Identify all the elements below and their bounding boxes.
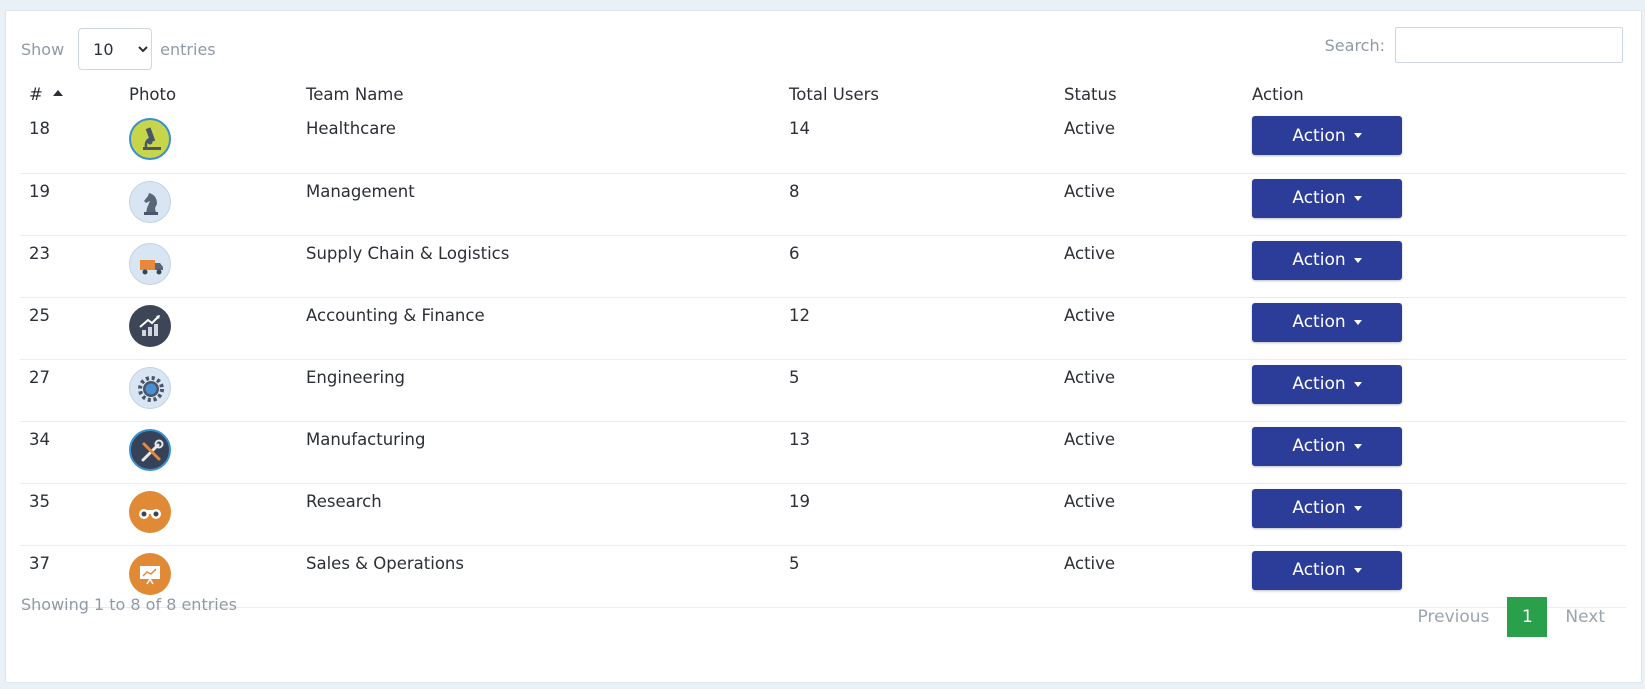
column-header-status[interactable]: Status bbox=[1064, 77, 1252, 111]
presentation-board-icon bbox=[129, 552, 171, 595]
show-label: Show bbox=[21, 39, 65, 59]
team-name: Sales & Operations bbox=[306, 553, 464, 573]
status-text: Active bbox=[1064, 119, 1116, 138]
column-header-photo[interactable]: Photo bbox=[129, 77, 306, 111]
action-dropdown-button[interactable]: Action bbox=[1252, 302, 1402, 342]
team-name: Engineering bbox=[306, 367, 405, 387]
page-1-button[interactable]: 1 bbox=[1507, 597, 1548, 637]
total-users: 12 bbox=[789, 305, 810, 325]
teams-table-card: Show 10 entries Search: # Photo Team Nam… bbox=[5, 10, 1642, 683]
total-users: 13 bbox=[789, 429, 810, 449]
next-page-button[interactable]: Next bbox=[1547, 607, 1623, 627]
action-dropdown-button[interactable]: Action bbox=[1252, 426, 1402, 466]
caret-down-icon bbox=[1353, 195, 1362, 201]
status-text: Active bbox=[1064, 553, 1116, 573]
table-row: 37 Sales & Operations 5 Active Action bbox=[20, 545, 1626, 607]
team-id: 18 bbox=[29, 119, 50, 138]
wrench-screwdriver-icon bbox=[129, 428, 171, 471]
team-id: 35 bbox=[29, 491, 50, 511]
sort-ascending-icon bbox=[52, 89, 63, 96]
caret-down-icon bbox=[1353, 505, 1362, 511]
action-dropdown-button[interactable]: Action bbox=[1252, 116, 1402, 155]
total-users: 8 bbox=[789, 181, 800, 201]
table-row: 35 Research 19 Active Action bbox=[20, 483, 1626, 545]
team-id: 27 bbox=[29, 367, 50, 387]
caret-down-icon bbox=[1353, 319, 1362, 325]
entries-label: entries bbox=[160, 39, 216, 59]
table-body: 18 Healthcare 14 Active Action 19 Manage… bbox=[20, 111, 1626, 607]
table-row: 34 Manufacturing 13 Active Action bbox=[20, 421, 1626, 483]
team-name: Manufacturing bbox=[306, 429, 426, 449]
action-dropdown-button[interactable]: Action bbox=[1252, 178, 1402, 218]
entries-per-page-select[interactable]: 10 bbox=[78, 28, 153, 70]
team-name: Supply Chain & Logistics bbox=[306, 243, 510, 263]
action-dropdown-button[interactable]: Action bbox=[1252, 240, 1402, 280]
growth-chart-icon bbox=[129, 304, 171, 347]
binoculars-icon bbox=[129, 490, 171, 533]
team-name: Management bbox=[306, 181, 415, 201]
search-label: Search: bbox=[1324, 35, 1385, 55]
team-name: Healthcare bbox=[306, 119, 396, 138]
total-users: 6 bbox=[789, 243, 800, 263]
action-dropdown-button[interactable]: Action bbox=[1252, 364, 1402, 404]
table-row: 19 Management 8 Active Action bbox=[20, 173, 1626, 235]
status-text: Active bbox=[1064, 367, 1116, 387]
table-row: 25 Accounting & Finance 12 Active Action bbox=[20, 297, 1626, 359]
status-text: Active bbox=[1064, 243, 1116, 263]
team-id: 19 bbox=[29, 181, 50, 201]
caret-down-icon bbox=[1353, 381, 1362, 387]
status-text: Active bbox=[1064, 429, 1116, 449]
total-users: 19 bbox=[789, 491, 810, 511]
column-header-total-users[interactable]: Total Users bbox=[789, 77, 1064, 111]
chess-knight-icon bbox=[129, 180, 171, 223]
search-input[interactable] bbox=[1395, 27, 1623, 63]
total-users: 5 bbox=[789, 553, 800, 573]
team-id: 23 bbox=[29, 243, 50, 263]
table-header-row: # Photo Team Name Total Users Status Act… bbox=[20, 77, 1626, 111]
table-info-text: Showing 1 to 8 of 8 entries bbox=[21, 595, 237, 614]
table-row: 18 Healthcare 14 Active Action bbox=[20, 111, 1626, 173]
column-header-action: Action bbox=[1252, 84, 1304, 104]
status-text: Active bbox=[1064, 305, 1116, 325]
microscope-icon bbox=[129, 118, 171, 160]
team-id: 34 bbox=[29, 429, 50, 449]
caret-down-icon bbox=[1353, 257, 1362, 263]
entries-length-control: Show 10 entries bbox=[21, 28, 216, 70]
column-header-id[interactable]: # bbox=[20, 77, 129, 111]
previous-page-button[interactable]: Previous bbox=[1400, 607, 1508, 627]
total-users: 5 bbox=[789, 367, 800, 387]
caret-down-icon bbox=[1353, 133, 1362, 138]
team-name: Research bbox=[306, 491, 382, 511]
team-id: 25 bbox=[29, 305, 50, 325]
total-users: 14 bbox=[789, 119, 810, 138]
teams-table: # Photo Team Name Total Users Status Act… bbox=[20, 77, 1626, 608]
gear-globe-icon bbox=[129, 366, 171, 409]
pagination: Previous 1 Next bbox=[1400, 597, 1623, 637]
action-dropdown-button[interactable]: Action bbox=[1252, 550, 1402, 590]
status-text: Active bbox=[1064, 491, 1116, 511]
table-row: 23 Supply Chain & Logistics 6 Active Act… bbox=[20, 235, 1626, 297]
team-name: Accounting & Finance bbox=[306, 305, 485, 325]
table-controls: Show 10 entries Search: bbox=[6, 11, 1641, 81]
caret-down-icon bbox=[1353, 567, 1362, 573]
status-text: Active bbox=[1064, 181, 1116, 201]
table-row: 27 Engineering 5 Active Action bbox=[20, 359, 1626, 421]
delivery-truck-icon bbox=[129, 242, 171, 285]
action-dropdown-button[interactable]: Action bbox=[1252, 488, 1402, 528]
search-control: Search: bbox=[1325, 27, 1623, 63]
caret-down-icon bbox=[1353, 443, 1362, 449]
column-header-team-name[interactable]: Team Name bbox=[306, 77, 789, 111]
